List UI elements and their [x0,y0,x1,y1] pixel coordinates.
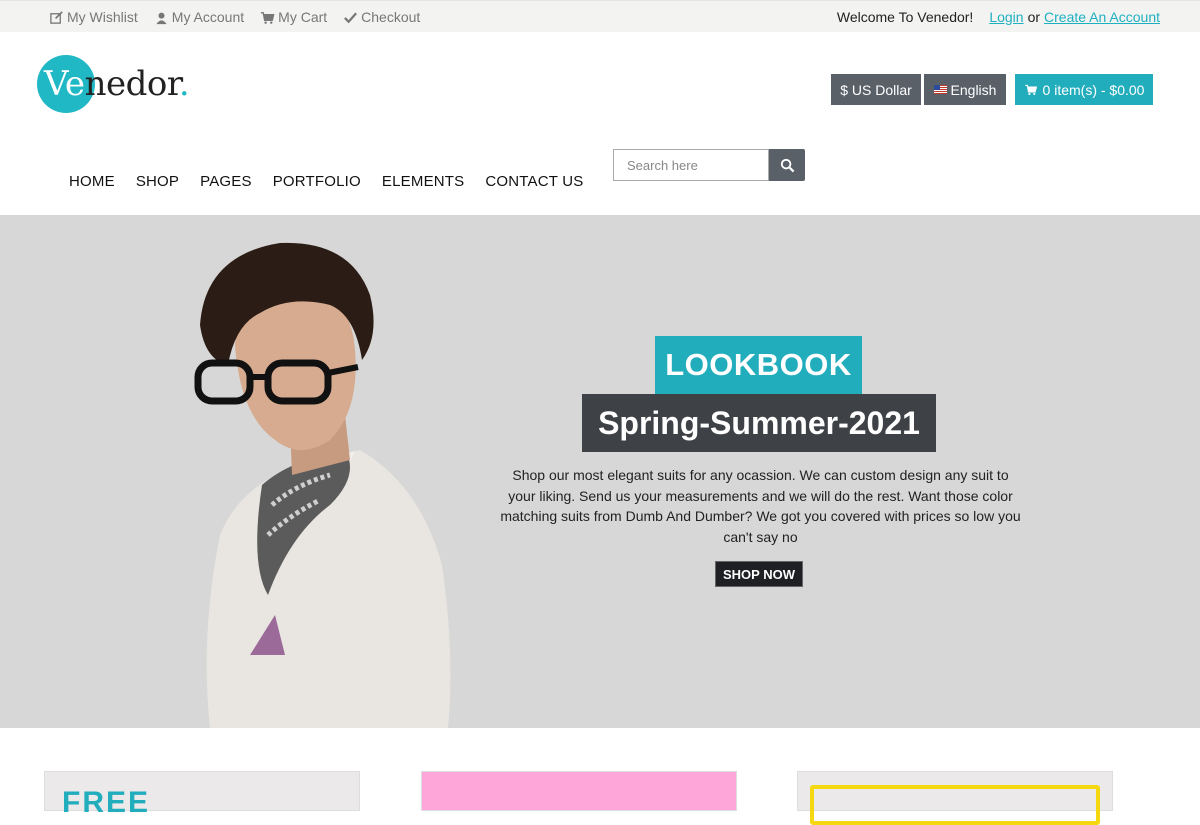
nav-shop[interactable]: SHOP [136,173,179,190]
nav-portfolio[interactable]: PORTFOLIO [273,173,361,190]
account-link[interactable]: My Account [154,9,244,25]
hero-banner: LOOKBOOK Spring-Summer-2021 Shop our mos… [0,215,1200,728]
hero-description: Shop our most elegant suits for any ocas… [500,467,1021,545]
cart-link[interactable]: My Cart [260,9,327,25]
cart-label: My Cart [278,9,328,25]
venedor-logo[interactable]: Venedor. [37,55,237,113]
model-photo [194,242,451,728]
account-label: My Account [171,9,245,25]
shop-now-button[interactable]: SHOP NOW [715,561,803,587]
logo-wordmark: Venedor. [44,64,190,104]
create-account-link[interactable]: Create An Account [1044,9,1160,25]
cart-summary-button[interactable]: 0 item(s) - $0.00 [1015,74,1153,105]
nav-contact-us[interactable]: CONTACT US [485,173,583,190]
promo-card-pink[interactable] [421,771,737,811]
cart-icon [1024,84,1037,96]
search-box [613,149,805,181]
search-input[interactable] [613,149,769,181]
wishlist-label: My Wishlist [67,9,138,25]
language-selector[interactable]: English [924,74,1006,105]
check-icon [344,12,358,23]
lookbook-tag: LOOKBOOK [655,336,862,394]
welcome-text: Welcome To Venedor! [836,9,974,25]
checkout-label: Checkout [361,9,421,25]
user-icon [156,12,167,24]
nav-pages[interactable]: PAGES [200,173,252,190]
promo-card-yellow[interactable] [797,771,1113,825]
search-button[interactable] [769,149,805,181]
promo-card-free[interactable]: FREE [44,771,360,818]
cart-summary-label: 0 item(s) - $0.00 [1042,81,1145,98]
top-links: My Wishlist My Account My Cart Checkout [49,9,420,25]
checkout-link[interactable]: Checkout [343,9,420,25]
promo-card-frame [810,785,1100,825]
search-icon [780,158,794,172]
promo-card-text: FREE [62,786,151,819]
main-nav: HOME SHOP PAGES PORTFOLIO ELEMENTS CONTA… [69,173,584,190]
top-bar: My Wishlist My Account My Cart Checkout … [0,0,1200,32]
login-link[interactable]: Login [989,9,1023,25]
currency-selector[interactable]: $ US Dollar [831,74,921,105]
currency-label: $ US Dollar [840,81,912,98]
hero-title: Spring-Summer-2021 [582,394,936,452]
edit-icon [50,10,63,24]
us-flag-icon [933,85,947,94]
language-label: English [950,81,997,98]
nav-elements[interactable]: ELEMENTS [382,173,464,190]
or-text: or [1027,9,1041,25]
cart-icon [261,11,275,24]
wishlist-link[interactable]: My Wishlist [49,9,138,25]
account-area: Welcome To Venedor! Login or Create An A… [837,9,1160,25]
nav-home[interactable]: HOME [69,173,115,190]
